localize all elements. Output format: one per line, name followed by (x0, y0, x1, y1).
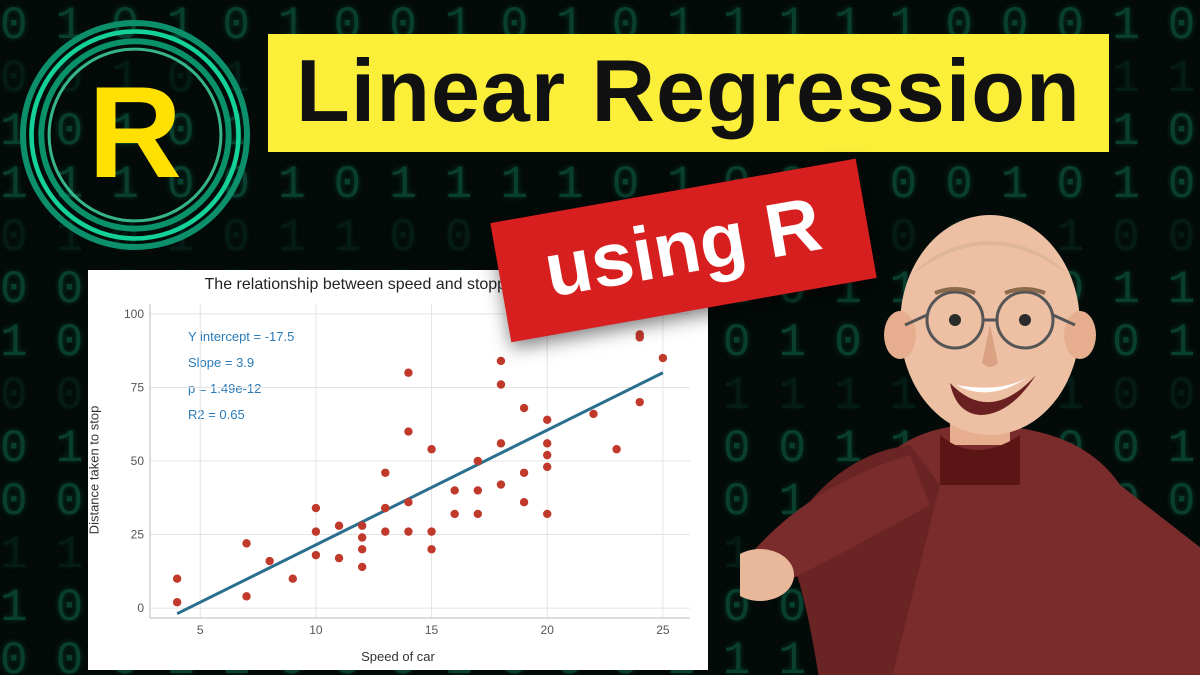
r-logo-letter: R (88, 57, 182, 207)
svg-text:0: 0 (137, 601, 144, 615)
svg-text:75: 75 (131, 380, 145, 394)
thumbnail-stage: 0101010010101111100010001011110001111011… (0, 0, 1200, 675)
svg-text:25: 25 (131, 528, 145, 542)
x-axis-label: Speed of car (88, 649, 708, 664)
svg-text:25: 25 (656, 623, 670, 637)
svg-text:50: 50 (131, 454, 145, 468)
svg-text:10: 10 (309, 623, 323, 637)
svg-text:15: 15 (425, 623, 439, 637)
scatter-chart: The relationship between speed and stopp… (88, 270, 708, 670)
svg-text:20: 20 (541, 623, 555, 637)
r-logo: R (20, 20, 250, 250)
presenter-photo (740, 125, 1200, 675)
y-axis-label: Distance taken to stop (87, 341, 102, 470)
plot-area: 0255075100510152025 (150, 304, 690, 618)
svg-text:5: 5 (197, 623, 204, 637)
svg-text:100: 100 (124, 307, 144, 321)
